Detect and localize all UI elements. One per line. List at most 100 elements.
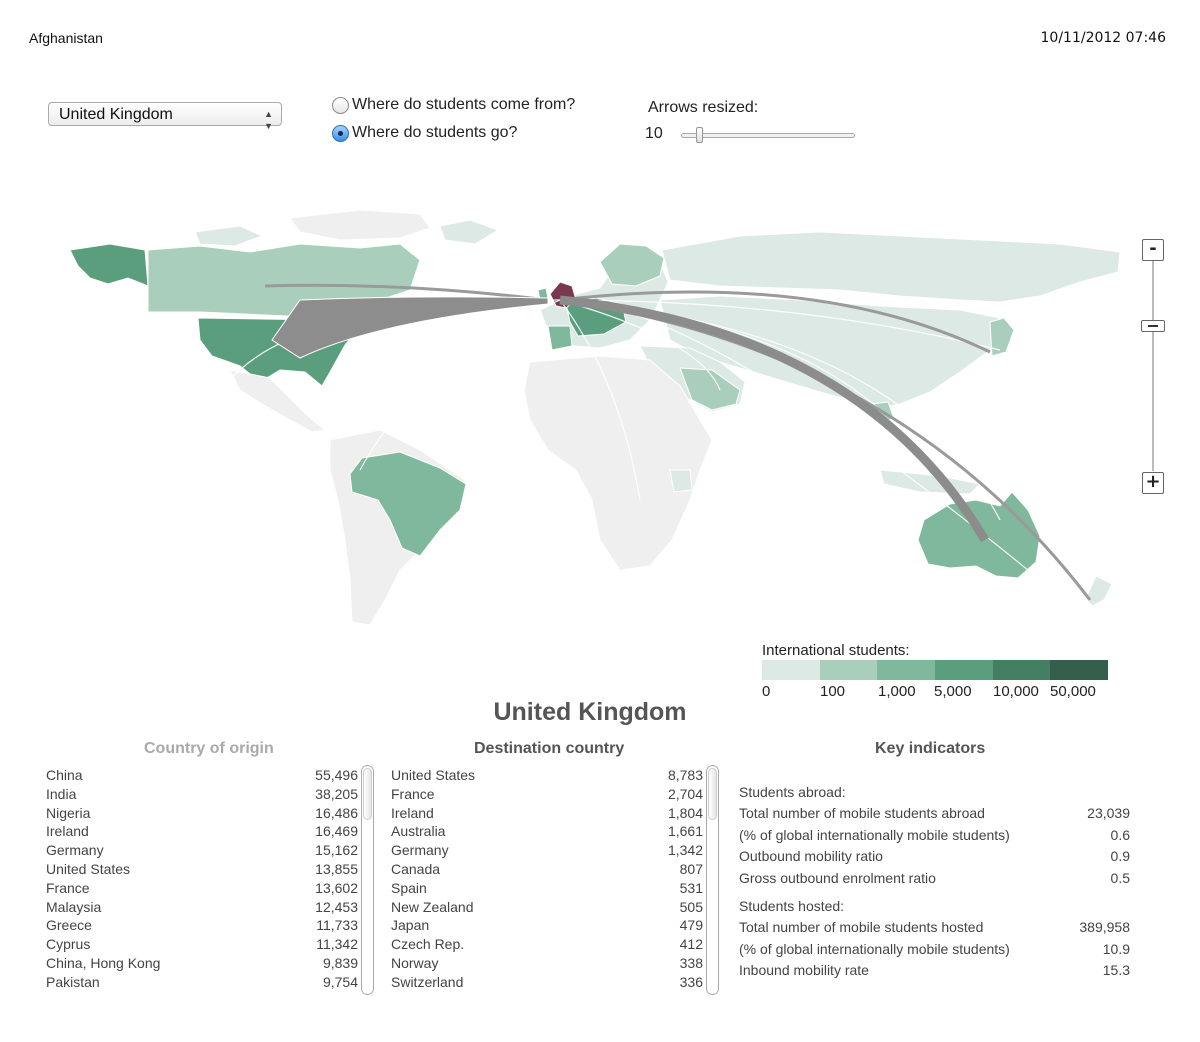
list-item[interactable]: Canada 807 bbox=[391, 860, 703, 879]
legend-swatch bbox=[1050, 660, 1109, 680]
indicator-row: Outbound mobility ratio 0.9 bbox=[739, 846, 1130, 866]
list-item-country: Australia bbox=[391, 823, 446, 840]
zoom-slider-handle[interactable] bbox=[1141, 320, 1165, 332]
list-item[interactable]: Japan 479 bbox=[391, 916, 703, 935]
legend-color-bar bbox=[762, 660, 1109, 680]
country-indonesia[interactable] bbox=[879, 469, 982, 495]
list-item-country: Nigeria bbox=[46, 804, 91, 821]
list-item[interactable]: Australia 1,661 bbox=[391, 822, 703, 841]
list-item-value: 15,162 bbox=[315, 842, 358, 859]
list-item-value: 16,469 bbox=[315, 823, 358, 840]
indicator-value: 10.9 bbox=[1102, 940, 1130, 957]
list-item-value: 1,804 bbox=[667, 804, 703, 821]
list-item[interactable]: Germany 15,162 bbox=[46, 841, 358, 860]
indicator-label: Inbound mobility rate bbox=[739, 962, 869, 978]
list-item[interactable]: Ireland 1,804 bbox=[391, 804, 703, 823]
arrows-slider-track[interactable] bbox=[681, 133, 855, 138]
list-item-value: 1,342 bbox=[667, 842, 703, 859]
list-item[interactable]: Switzerland 336 bbox=[391, 973, 703, 992]
students-hosted-label: Students hosted: bbox=[739, 898, 845, 914]
list-item-value: 479 bbox=[679, 917, 703, 934]
list-item-country: Canada bbox=[391, 861, 441, 877]
list-item[interactable]: Malaysia 12,453 bbox=[46, 898, 358, 917]
destination-country-list: United States 8,783 France 2,704 Ireland 1,80… bbox=[391, 766, 703, 994]
list-item-country: Czech Rep. bbox=[391, 936, 465, 953]
tab-destination-country[interactable]: Destination country bbox=[474, 740, 624, 758]
list-item[interactable]: China, Hong Kong 9,839 bbox=[46, 954, 358, 973]
list-item-country: India bbox=[46, 785, 77, 802]
world-map[interactable] bbox=[35, 200, 1130, 640]
country-greenland[interactable] bbox=[289, 209, 431, 241]
legend-swatch bbox=[992, 660, 1051, 680]
list-item-value: 12,453 bbox=[315, 898, 358, 915]
country-select-value: United Kingdom bbox=[59, 106, 173, 123]
zoom-out-button[interactable]: - bbox=[1142, 239, 1164, 261]
list-item[interactable]: Nigeria 16,486 bbox=[46, 804, 358, 823]
country-mexico[interactable] bbox=[229, 369, 327, 433]
list-item[interactable]: United States 8,783 bbox=[391, 766, 703, 785]
list-item-value: 412 bbox=[679, 936, 703, 953]
country-select[interactable]: United Kingdom ▲ ▼ bbox=[48, 102, 282, 131]
legend-swatch bbox=[819, 660, 878, 680]
indicator-value: 0.6 bbox=[1110, 826, 1130, 843]
list-item-country: Ireland bbox=[391, 804, 434, 821]
list-item[interactable]: United States 13,855 bbox=[46, 860, 358, 879]
country-japan[interactable] bbox=[989, 317, 1015, 357]
list-item[interactable]: Pakistan 9,754 bbox=[46, 973, 358, 992]
radio-go-circle[interactable] bbox=[332, 124, 349, 142]
list-item-country: Germany bbox=[46, 842, 104, 859]
zoom-in-button[interactable]: + bbox=[1142, 472, 1164, 494]
list-item-country: Malaysia bbox=[46, 898, 102, 915]
indicator-row: Total number of mobile students abroad 23… bbox=[739, 803, 1130, 823]
country-spain[interactable] bbox=[547, 325, 573, 351]
zoom-slider-track[interactable] bbox=[1152, 261, 1154, 471]
indicator-row: (% of global internationally mobile stud… bbox=[739, 825, 1130, 845]
radio-students-go[interactable]: Where do students go? bbox=[332, 124, 517, 142]
list-item-value: 505 bbox=[679, 898, 703, 915]
indicator-value: 0.9 bbox=[1110, 848, 1130, 864]
list-item-value: 336 bbox=[679, 973, 703, 990]
list-item-value: 55,496 bbox=[315, 767, 358, 783]
indicator-value: 389,958 bbox=[1079, 919, 1130, 935]
destination-scroll-thumb[interactable] bbox=[708, 768, 717, 820]
list-item[interactable]: Cyprus 11,342 bbox=[46, 935, 358, 954]
list-item[interactable]: Norway 338 bbox=[391, 954, 703, 973]
list-item-value: 13,602 bbox=[315, 879, 358, 896]
list-item[interactable]: New Zealand 505 bbox=[391, 898, 703, 917]
origin-scroll-thumb[interactable] bbox=[363, 768, 372, 820]
list-item[interactable]: Greece 11,733 bbox=[46, 916, 358, 935]
selected-country-title: United Kingdom bbox=[493, 698, 687, 726]
indicator-label: Total number of mobile students abroad bbox=[739, 805, 985, 821]
list-item[interactable]: India 38,205 bbox=[46, 785, 358, 804]
arrows-resized-value: 10 bbox=[645, 125, 663, 142]
arrows-slider-thumb[interactable] bbox=[696, 127, 703, 143]
origin-list-scrollbar[interactable] bbox=[361, 765, 374, 995]
legend-swatch bbox=[762, 660, 820, 680]
list-item[interactable]: France 2,704 bbox=[391, 785, 703, 804]
list-item-country: China, Hong Kong bbox=[46, 955, 161, 971]
list-item-country: Pakistan bbox=[46, 973, 100, 990]
indicator-value: 15.3 bbox=[1102, 962, 1130, 978]
arrows-resized-label: Arrows resized: bbox=[648, 99, 759, 116]
list-item[interactable]: Spain 531 bbox=[391, 879, 703, 898]
indicator-value: 23,039 bbox=[1087, 805, 1130, 821]
list-item[interactable]: Ireland 16,469 bbox=[46, 822, 358, 841]
list-item[interactable]: China 55,496 bbox=[46, 766, 358, 785]
country-new-zealand[interactable] bbox=[1085, 575, 1113, 607]
list-item[interactable]: France 13,602 bbox=[46, 879, 358, 898]
country-alaska[interactable] bbox=[69, 243, 149, 287]
tab-country-of-origin[interactable]: Country of origin bbox=[144, 740, 274, 758]
radio-students-come-from[interactable]: Where do students come from? bbox=[332, 96, 575, 114]
destination-list-scrollbar[interactable] bbox=[706, 765, 719, 995]
map-countries bbox=[69, 209, 1121, 626]
radio-come-from-circle[interactable] bbox=[332, 96, 349, 114]
list-item-value: 13,855 bbox=[315, 861, 358, 877]
list-item[interactable]: Czech Rep. 412 bbox=[391, 935, 703, 954]
legend-title: International students: bbox=[762, 642, 910, 659]
list-item[interactable]: Germany 1,342 bbox=[391, 841, 703, 860]
list-item-country: Ireland bbox=[46, 823, 89, 840]
list-item-country: Japan bbox=[391, 917, 430, 934]
list-item-value: 9,754 bbox=[322, 973, 358, 990]
country-kenya[interactable] bbox=[669, 469, 693, 493]
arrow-to-united-states[interactable] bbox=[271, 296, 549, 359]
